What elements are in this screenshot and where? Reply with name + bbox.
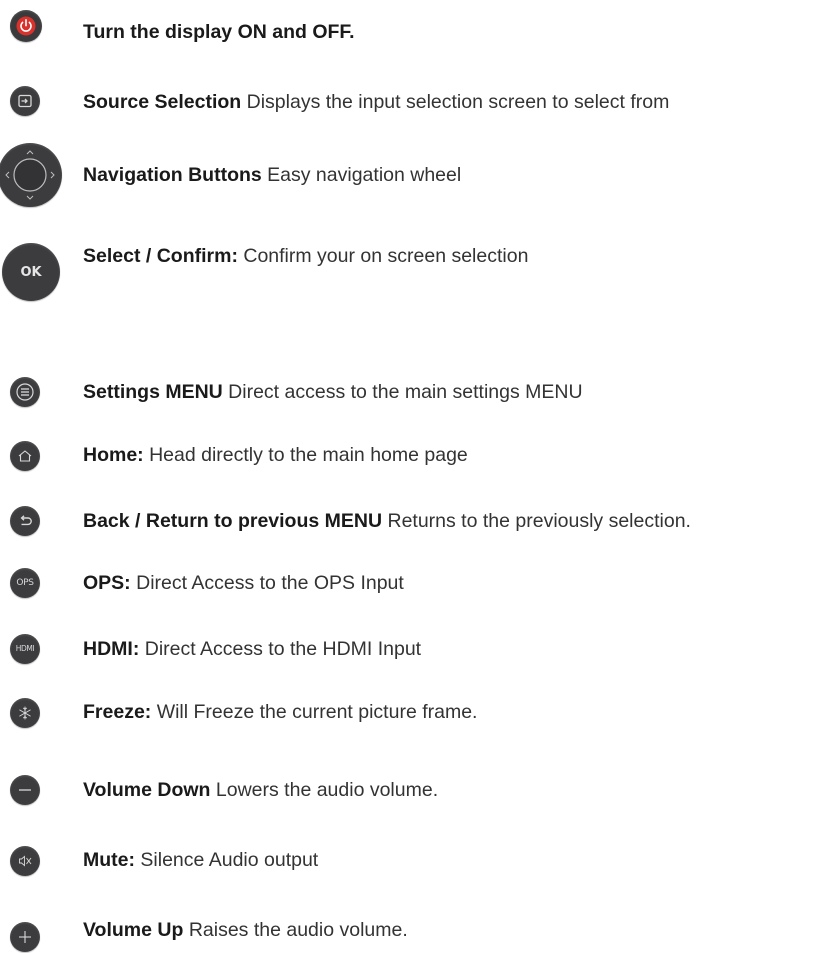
menu-icon — [16, 383, 34, 401]
power-button[interactable] — [10, 10, 42, 42]
volume-down-button[interactable] — [10, 775, 40, 805]
navigation-wheel-icon — [5, 150, 55, 200]
ops-button[interactable]: OPS — [10, 568, 40, 598]
item-home-description: Home: Head directly to the main home pag… — [83, 443, 468, 467]
item-title: Volume Up — [83, 919, 184, 941]
volume-up-button[interactable] — [10, 922, 40, 952]
item-title: Volume Down — [83, 779, 211, 801]
item-mute-description: Mute: Silence Audio output — [83, 848, 318, 872]
item-text: Head directly to the main home page — [143, 444, 468, 466]
item-text: Lowers the audio volume. — [210, 779, 439, 801]
item-title: Turn the display ON and OFF. — [83, 21, 355, 43]
item-title: Select / Confirm: — [83, 245, 238, 267]
item-back-description: Back / Return to previous MENU Returns t… — [83, 509, 691, 533]
volume-down-icon — [19, 789, 31, 791]
ok-button[interactable]: OK — [2, 243, 60, 301]
item-title: Navigation Buttons — [83, 164, 262, 186]
back-icon — [20, 515, 32, 526]
hdmi-icon: HDMI — [15, 644, 35, 654]
hdmi-button[interactable]: HDMI — [10, 634, 40, 664]
menu-button[interactable] — [10, 377, 40, 407]
power-icon — [16, 16, 36, 36]
item-text: Direct Access to the OPS Input — [130, 572, 404, 594]
source-icon — [18, 94, 32, 108]
item-text: Direct Access to the HDMI Input — [139, 638, 422, 660]
ok-icon: OK — [20, 264, 42, 280]
item-navigation-description: Navigation Buttons Easy navigation wheel — [83, 163, 461, 187]
item-volume-up-description: Volume Up Raises the audio volume. — [83, 918, 408, 942]
freeze-button[interactable] — [10, 698, 40, 728]
item-text: Returns to the previously selection. — [382, 510, 691, 532]
item-power-description: Turn the display ON and OFF. — [83, 20, 355, 44]
item-title: OPS: — [83, 572, 131, 594]
item-source-description: Source Selection Displays the input sele… — [83, 90, 669, 114]
item-title: Settings MENU — [83, 381, 223, 403]
item-text: Easy navigation wheel — [261, 164, 462, 186]
item-text: Silence Audio output — [135, 849, 319, 871]
item-title: HDMI: — [83, 638, 140, 660]
volume-up-icon — [19, 931, 31, 943]
item-freeze-description: Freeze: Will Freeze the current picture … — [83, 700, 477, 724]
item-text: Displays the input selection screen to s… — [241, 91, 670, 113]
item-ops-description: OPS: Direct Access to the OPS Input — [83, 571, 404, 595]
home-button[interactable] — [10, 441, 40, 471]
item-text: Will Freeze the current picture frame. — [151, 701, 478, 723]
mute-icon — [19, 855, 32, 867]
item-menu-description: Settings MENU Direct access to the main … — [83, 380, 583, 404]
home-icon — [18, 450, 32, 462]
item-title: Freeze: — [83, 701, 152, 723]
back-button[interactable] — [10, 506, 40, 536]
item-title: Source Selection — [83, 91, 242, 113]
item-hdmi-description: HDMI: Direct Access to the HDMI Input — [83, 637, 421, 661]
ops-icon: OPS — [16, 577, 34, 588]
item-title: Back / Return to previous MENU — [83, 510, 383, 532]
item-title: Home: — [83, 444, 144, 466]
item-volume-down-description: Volume Down Lowers the audio volume. — [83, 778, 438, 802]
item-text: Raises the audio volume. — [183, 919, 408, 941]
item-title: Mute: — [83, 849, 135, 871]
mute-button[interactable] — [10, 846, 40, 876]
navigation-wheel[interactable] — [0, 143, 62, 207]
freeze-icon — [19, 706, 31, 720]
item-text: Confirm your on screen selection — [237, 245, 529, 267]
item-ok-description: Select / Confirm: Confirm your on screen… — [83, 244, 528, 268]
source-button[interactable] — [10, 86, 40, 116]
item-text: Direct access to the main settings MENU — [222, 381, 583, 403]
